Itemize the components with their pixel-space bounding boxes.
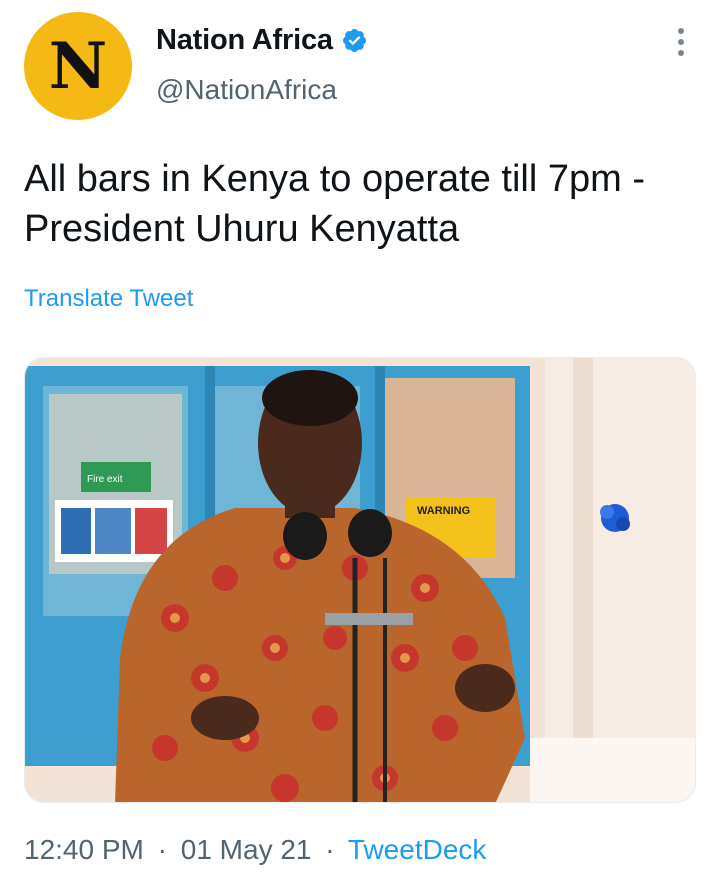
author-handle[interactable]: @NationAfrica [156, 74, 337, 106]
avatar-letter: N [48, 29, 108, 104]
display-name[interactable]: Nation Africa [156, 24, 333, 57]
verified-badge-icon [342, 28, 366, 53]
tweet-detail: N Nation Africa @NationAfrica All bars i… [0, 0, 719, 889]
more-vertical-icon[interactable] [675, 28, 687, 56]
meta-separator: · [157, 834, 167, 865]
tweet-time[interactable]: 12:40 PM [24, 834, 144, 865]
author-name-row[interactable]: Nation Africa [156, 24, 368, 57]
exit-sign-text: Fire exit [87, 474, 123, 485]
warning-sign-text: WARNING [417, 505, 470, 517]
tweet-meta-row: 12:40 PM · 01 May 21 · TweetDeck [24, 834, 486, 866]
tweet-text: All bars in Kenya to operate till 7pm - … [24, 158, 645, 250]
tweet-date[interactable]: 01 May 21 [181, 834, 312, 865]
meta-separator: · [325, 834, 335, 865]
translate-tweet-link[interactable]: Translate Tweet [24, 285, 193, 313]
tweet-photo[interactable]: Fire exit WARNING [24, 357, 696, 803]
tweet-source-link[interactable]: TweetDeck [348, 834, 487, 865]
photo-speaker-at-podium: Fire exit WARNING [25, 358, 695, 802]
avatar[interactable]: N [24, 12, 132, 120]
